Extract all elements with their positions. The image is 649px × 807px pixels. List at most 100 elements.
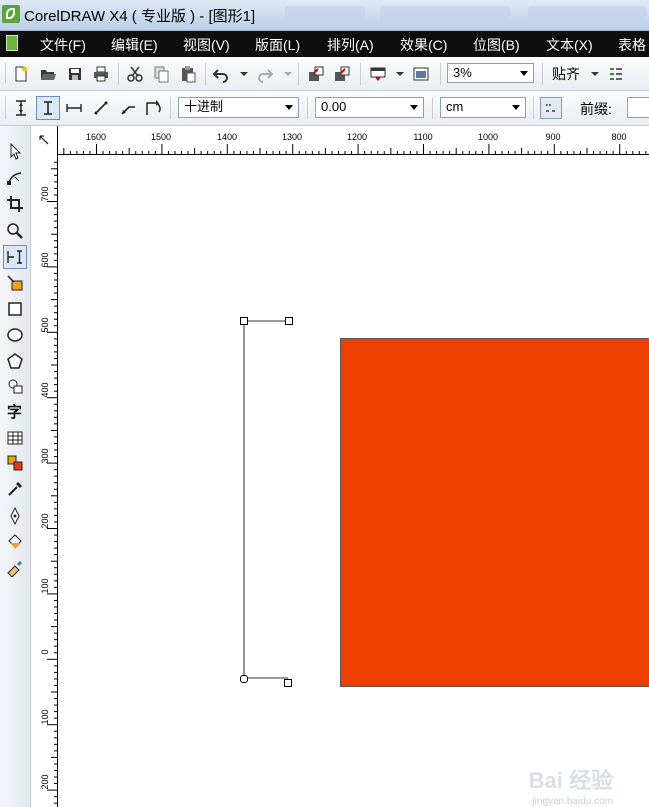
dimension-tool-icon (7, 250, 22, 264)
paste-icon[interactable] (179, 65, 197, 83)
toolbar-separator (360, 63, 361, 85)
outline-pen-icon[interactable] (6, 507, 24, 525)
baidu-watermark-url: jingyan.baidu.com (532, 796, 613, 807)
vertical-dimension-icon[interactable] (12, 99, 30, 117)
menu-file[interactable]: 文件(F) (40, 35, 86, 55)
snap-dropdown-icon[interactable] (591, 72, 599, 76)
dimension-precision-combo[interactable]: 0.00 (315, 97, 424, 118)
import-icon[interactable] (307, 65, 325, 83)
menu-edit[interactable]: 编辑(E) (111, 35, 158, 55)
interactive-fill-icon[interactable] (6, 559, 24, 577)
ruler-origin-icon (39, 135, 49, 145)
toolbar-separator (170, 97, 171, 119)
undo-icon[interactable] (212, 65, 230, 83)
slanted-dimension-icon[interactable] (65, 99, 83, 117)
hruler-label: 1300 (281, 132, 303, 142)
rectangle-tool-icon[interactable] (6, 300, 24, 318)
zoom-level-combo[interactable]: 3% (447, 63, 534, 83)
ruler-origin-corner[interactable] (31, 126, 58, 155)
vruler-label: 200 (40, 513, 50, 529)
dimension-tool-selected[interactable] (36, 96, 60, 120)
grip[interactable] (5, 97, 6, 119)
menu-view[interactable]: 视图(V) (183, 35, 230, 55)
dimension-style-combo[interactable]: 十进制 (178, 97, 299, 118)
grip[interactable] (5, 63, 6, 83)
text-tool-icon[interactable]: 字 (7, 401, 22, 422)
cut-icon[interactable] (126, 65, 144, 83)
table-tool-icon[interactable] (6, 429, 24, 447)
welcome-screen-icon[interactable] (412, 65, 430, 83)
hruler-label: 1000 (477, 132, 499, 142)
vruler-label: 400 (40, 382, 50, 398)
toolbar-separator (440, 63, 441, 85)
zoom-level-value: 3% (453, 65, 472, 80)
toolbar-separator (118, 63, 119, 85)
prefix-input[interactable] (627, 97, 649, 118)
segment-dimension-icon[interactable] (92, 99, 110, 117)
menu-bitmaps[interactable]: 位图(B) (473, 35, 520, 55)
toolbar-separator (432, 97, 433, 119)
basic-shapes-icon[interactable] (6, 377, 24, 395)
selection-handle[interactable] (284, 679, 292, 687)
launcher-dropdown-icon[interactable] (396, 72, 404, 76)
menu-table[interactable]: 表格 (618, 35, 646, 55)
ellipse-tool-icon[interactable] (6, 326, 24, 344)
window-title: CorelDRAW X4 ( 专业版 ) - [图形1] (24, 8, 256, 25)
dimension-tool-button[interactable] (3, 245, 27, 269)
polygon-tool-icon[interactable] (6, 352, 24, 370)
selection-handle[interactable] (285, 317, 293, 325)
background-tab-ghost (528, 6, 646, 24)
baidu-watermark-logo: Bai 经验 (528, 768, 613, 793)
coreldraw-app-icon[interactable] (2, 5, 20, 23)
vruler-label: 300 (40, 448, 50, 464)
dimension-units-value: cm (446, 99, 464, 114)
selection-handle[interactable] (240, 317, 248, 325)
hruler-label: 1100 (413, 132, 433, 142)
menu-text[interactable]: 文本(X) (546, 35, 593, 55)
smart-fill-icon[interactable] (6, 274, 24, 292)
vertical-ruler[interactable]: 700 600 500 400 300 200 100 0 100 200 (31, 154, 58, 807)
export-icon[interactable] (333, 65, 351, 83)
open-icon[interactable] (39, 65, 57, 83)
title-bar: CorelDRAW X4 ( 专业版 ) - [图形1] (0, 0, 649, 31)
prefix-label: 前缀: (580, 101, 612, 117)
zoom-tool-icon[interactable] (6, 222, 24, 240)
copy-icon[interactable] (152, 65, 170, 83)
vruler-label: 0 (40, 649, 50, 655)
menu-arrange[interactable]: 排列(A) (327, 35, 374, 55)
dimension-units-combo[interactable]: cm (440, 97, 526, 118)
selection-handle[interactable] (240, 675, 248, 683)
menu-effects[interactable]: 效果(C) (400, 35, 447, 55)
angular-dimension-icon[interactable] (144, 99, 162, 117)
show-units-toggle[interactable] (540, 97, 562, 119)
options-icon[interactable] (607, 65, 625, 83)
background-tab-ghost (285, 6, 365, 24)
pick-tool-icon[interactable] (6, 142, 24, 160)
toolbox: 字 (0, 126, 31, 807)
eyedropper-icon[interactable] (6, 480, 24, 498)
redo-dropdown-icon[interactable] (284, 72, 292, 76)
shape-tool-icon[interactable] (6, 169, 24, 187)
new-icon[interactable] (12, 65, 30, 83)
fill-tool-icon[interactable] (6, 533, 24, 551)
snap-to-button[interactable]: 贴齐 (552, 64, 580, 84)
units-icon (546, 104, 555, 112)
menu-layout[interactable]: 版面(L) (255, 35, 300, 55)
redo-icon[interactable] (256, 65, 274, 83)
print-icon[interactable] (92, 65, 110, 83)
document-icon[interactable] (6, 35, 18, 51)
standard-toolbar: 3% 贴齐 (0, 57, 649, 91)
toolbar-separator (307, 97, 308, 119)
toolbar-separator (542, 63, 543, 85)
horizontal-ruler[interactable]: 1600 1500 1400 1300 1200 1100 1000 900 8… (58, 126, 649, 155)
red-rectangle[interactable] (340, 338, 649, 687)
application-launcher-icon[interactable] (369, 65, 387, 83)
undo-dropdown-icon[interactable] (240, 72, 248, 76)
drawing-canvas[interactable]: Bai 经验 jingyan.baidu.com (58, 155, 649, 807)
chevron-down-icon (520, 71, 528, 76)
crop-tool-icon[interactable] (6, 195, 24, 213)
hruler-label: 1500 (150, 132, 172, 142)
interactive-tool-icon[interactable] (6, 454, 24, 472)
save-icon[interactable] (66, 65, 84, 83)
callout-tool-icon[interactable] (119, 99, 137, 117)
